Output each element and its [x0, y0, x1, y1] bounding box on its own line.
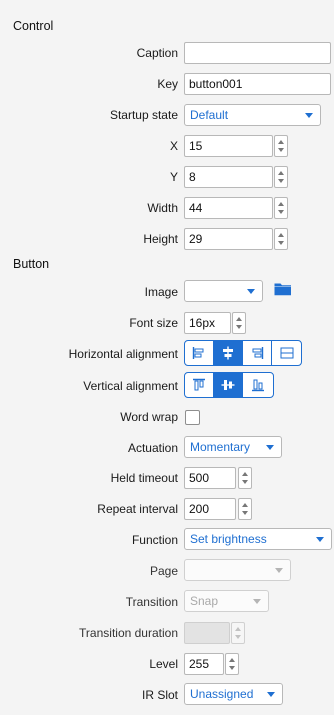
chevron-down-icon — [266, 445, 274, 450]
increment-icon[interactable] — [229, 658, 235, 662]
actuation-label: Actuation — [127, 441, 178, 455]
align-right-icon — [252, 347, 264, 359]
align-bottom-button[interactable] — [243, 373, 272, 397]
height-field[interactable]: 29 — [184, 228, 273, 250]
startup-state-label: Startup state — [109, 108, 178, 122]
held-timeout-stepper[interactable] — [238, 467, 252, 489]
held-timeout-field[interactable]: 500 — [184, 467, 236, 489]
image-select[interactable] — [184, 280, 263, 302]
word-wrap-checkbox[interactable] — [185, 410, 200, 425]
vertical-alignment-control[interactable] — [184, 372, 274, 398]
height-label: Height — [143, 232, 178, 246]
increment-icon[interactable] — [235, 627, 241, 631]
horizontal-alignment-label: Horizontal alignment — [68, 347, 178, 361]
transition-duration-label: Transition duration — [79, 626, 178, 640]
increment-icon[interactable] — [278, 171, 284, 175]
y-field[interactable]: 8 — [184, 166, 273, 188]
caption-field[interactable] — [184, 42, 331, 64]
function-value: Set brightness — [190, 532, 267, 546]
level-label: Level — [149, 657, 178, 671]
level-field[interactable]: 255 — [184, 653, 224, 675]
x-field[interactable]: 15 — [184, 135, 273, 157]
align-bottom-icon — [251, 379, 264, 392]
ir-slot-select[interactable]: Unassigned — [184, 683, 283, 705]
increment-icon[interactable] — [278, 202, 284, 206]
decrement-icon[interactable] — [235, 635, 241, 639]
transition-duration-stepper[interactable] — [231, 622, 245, 644]
align-right-button[interactable] — [243, 341, 272, 365]
chevron-down-icon — [316, 537, 324, 542]
decrement-icon[interactable] — [278, 179, 284, 183]
level-stepper[interactable] — [225, 653, 239, 675]
font-size-label: Font size — [129, 316, 178, 330]
decrement-icon[interactable] — [236, 325, 242, 329]
chevron-down-icon — [247, 289, 255, 294]
key-label: Key — [157, 77, 178, 91]
chevron-down-icon — [267, 692, 275, 697]
width-field[interactable]: 44 — [184, 197, 273, 219]
width-stepper[interactable] — [274, 197, 288, 219]
held-timeout-label: Held timeout — [110, 471, 178, 485]
image-label: Image — [144, 285, 178, 299]
function-label: Function — [131, 533, 178, 547]
horizontal-alignment-control[interactable] — [184, 340, 302, 366]
align-left-button[interactable] — [185, 341, 214, 365]
repeat-interval-field[interactable]: 200 — [184, 498, 236, 520]
align-top-icon — [193, 378, 205, 391]
startup-state-value: Default — [190, 108, 229, 122]
increment-icon[interactable] — [242, 472, 248, 476]
height-stepper[interactable] — [274, 228, 288, 250]
section-title-control: Control — [13, 19, 54, 33]
chevron-down-icon — [275, 568, 283, 573]
font-size-stepper[interactable] — [232, 312, 246, 334]
transition-duration-field[interactable] — [184, 622, 230, 644]
align-top-button[interactable] — [185, 373, 214, 397]
page-label: Page — [149, 564, 178, 578]
chevron-down-icon — [305, 113, 313, 118]
actuation-select[interactable]: Momentary — [184, 436, 282, 458]
y-stepper[interactable] — [274, 166, 288, 188]
repeat-interval-stepper[interactable] — [238, 498, 252, 520]
repeat-interval-label: Repeat interval — [97, 502, 178, 516]
transition-label: Transition — [125, 595, 178, 609]
chevron-down-icon — [253, 599, 261, 604]
transition-select[interactable]: Snap — [184, 590, 269, 612]
align-justify-button[interactable] — [272, 341, 301, 365]
word-wrap-label: Word wrap — [120, 410, 178, 424]
vertical-alignment-label: Vertical alignment — [83, 379, 178, 393]
align-justify-icon — [280, 347, 293, 359]
page-select[interactable] — [184, 559, 291, 581]
folder-icon[interactable] — [274, 282, 292, 296]
startup-state-select[interactable]: Default — [184, 104, 321, 126]
decrement-icon[interactable] — [242, 480, 248, 484]
function-select[interactable]: Set brightness — [184, 528, 332, 550]
x-stepper[interactable] — [274, 135, 288, 157]
y-label: Y — [169, 170, 178, 184]
align-center-button[interactable] — [214, 341, 243, 365]
increment-icon[interactable] — [236, 317, 242, 321]
transition-value: Snap — [190, 594, 219, 608]
decrement-icon[interactable] — [242, 511, 248, 515]
decrement-icon[interactable] — [278, 241, 284, 245]
section-title-button: Button — [13, 257, 50, 271]
x-label: X — [169, 139, 178, 153]
align-left-icon — [192, 347, 204, 359]
increment-icon[interactable] — [278, 140, 284, 144]
ir-slot-value: Unassigned — [190, 687, 254, 701]
decrement-icon[interactable] — [278, 210, 284, 214]
font-size-field[interactable]: 16px — [184, 312, 231, 334]
align-center-icon — [223, 346, 233, 360]
decrement-icon[interactable] — [278, 148, 284, 152]
ir-slot-label: IR Slot — [141, 688, 178, 702]
increment-icon[interactable] — [242, 503, 248, 507]
decrement-icon[interactable] — [229, 666, 235, 670]
width-label: Width — [147, 201, 178, 215]
align-middle-button[interactable] — [214, 373, 243, 397]
key-field[interactable]: button001 — [184, 73, 331, 95]
caption-label: Caption — [136, 46, 178, 60]
increment-icon[interactable] — [278, 233, 284, 237]
align-middle-icon — [221, 380, 235, 390]
actuation-value: Momentary — [190, 440, 251, 454]
